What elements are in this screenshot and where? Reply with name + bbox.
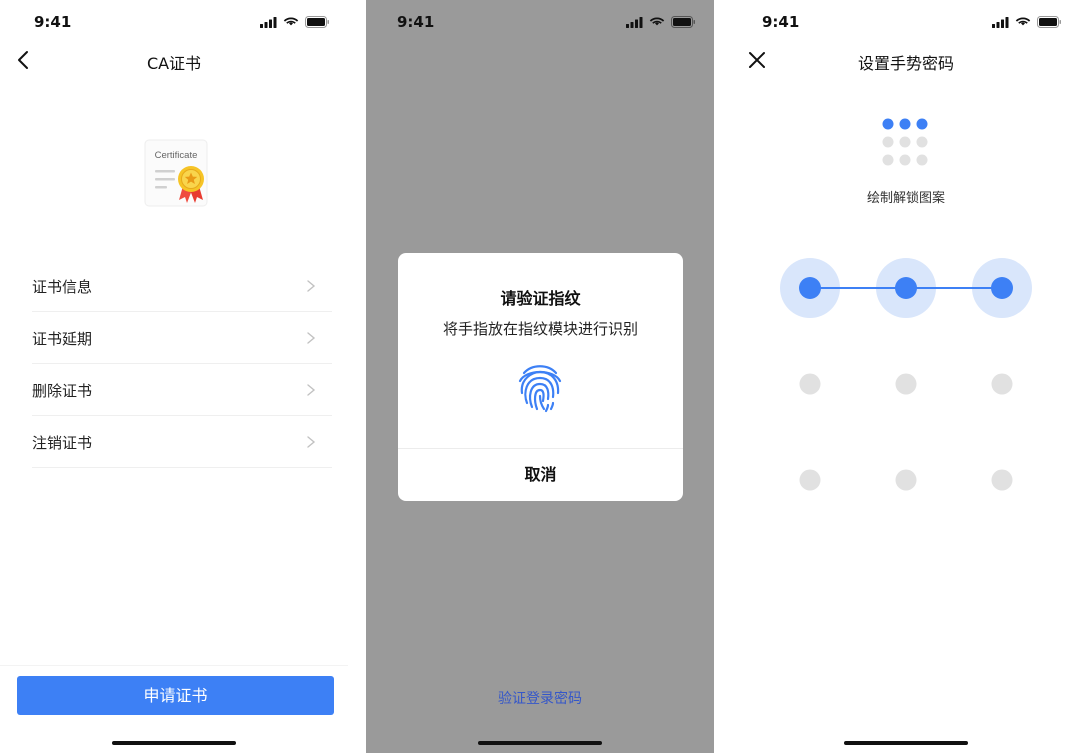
verify-login-password-link[interactable]: 验证登录密码 (366, 688, 714, 708)
status-time: 9:41 (397, 13, 435, 31)
signal-icon (260, 16, 277, 28)
certificate-menu: 证书信息 证书延期 删除证书 注销证书 (32, 260, 332, 468)
pattern-dot-selected[interactable] (991, 277, 1013, 299)
battery-icon (1037, 16, 1061, 28)
status-icons (626, 16, 696, 28)
status-icons (260, 16, 330, 28)
page-title: CA证书 (146, 54, 202, 73)
menu-item-label: 证书信息 (32, 278, 93, 296)
certificate-icon: Certificate (144, 139, 208, 207)
wifi-icon (1015, 17, 1031, 25)
preview-dot (882, 118, 894, 130)
pattern-hint: 绘制解锁图案 (866, 191, 945, 206)
fingerprint-dialog: 请验证指纹 将手指放在指纹模块进行识别 取消 (398, 253, 683, 501)
pattern-dot[interactable] (991, 373, 1013, 395)
menu-item-label: 证书延期 (32, 330, 93, 348)
signal-icon (626, 16, 643, 28)
menu-item-cert-revoke[interactable]: 注销证书 (32, 416, 332, 468)
pattern-preview (882, 118, 928, 166)
ca-certificate-screen: 9:41 CA证书 Certificate 证书信息 证书延期 删除证书 注销证… (0, 0, 348, 753)
status-bar: 9:41 (366, 0, 714, 44)
battery-icon (671, 16, 695, 28)
home-indicator[interactable] (112, 741, 236, 745)
menu-item-cert-delete[interactable]: 删除证书 (32, 364, 332, 416)
pattern-dot-selected[interactable] (799, 277, 821, 299)
status-bar: 9:41 (0, 0, 348, 44)
dialog-message: 将手指放在指纹模块进行识别 (442, 320, 638, 338)
preview-dot (882, 154, 894, 166)
menu-item-label: 删除证书 (32, 382, 93, 400)
pattern-dot[interactable] (991, 469, 1013, 491)
page-title: 设置手势密码 (857, 54, 954, 73)
pattern-dot[interactable] (799, 469, 821, 491)
menu-item-cert-info[interactable]: 证书信息 (32, 260, 332, 312)
home-indicator[interactable] (478, 741, 602, 745)
preview-dot (916, 136, 928, 148)
dialog-title: 请验证指纹 (500, 289, 581, 308)
pattern-dot[interactable] (799, 373, 821, 395)
preview-dot (916, 118, 928, 130)
wifi-icon (283, 17, 299, 25)
chevron-right-icon (307, 280, 316, 292)
preview-dot (882, 136, 894, 148)
status-time: 9:41 (762, 13, 800, 31)
status-icons (992, 16, 1062, 28)
wifi-icon (649, 17, 665, 25)
menu-item-label: 注销证书 (32, 434, 93, 452)
fingerprint-verify-screen: 9:41 请验证指纹 将手指放在指纹模块进行识别 取消 验证登录密码 (366, 0, 714, 753)
preview-dot (899, 136, 911, 148)
pattern-dot[interactable] (895, 373, 917, 395)
pattern-dot-selected[interactable] (895, 277, 917, 299)
signal-icon (992, 16, 1009, 28)
apply-certificate-button[interactable]: 申请证书 (17, 676, 334, 715)
battery-icon (305, 16, 329, 28)
gesture-pattern-grid[interactable] (732, 240, 1080, 520)
preview-dot (899, 154, 911, 166)
preview-dot (916, 154, 928, 166)
bottom-divider (0, 665, 348, 666)
cancel-button[interactable]: 取消 (398, 448, 683, 501)
preview-dot (899, 118, 911, 130)
chevron-right-icon (307, 332, 316, 344)
status-time: 9:41 (34, 13, 72, 31)
status-bar: 9:41 (732, 0, 1080, 44)
home-indicator[interactable] (844, 741, 968, 745)
fingerprint-icon (518, 365, 562, 413)
pattern-dot[interactable] (895, 469, 917, 491)
menu-item-cert-extend[interactable]: 证书延期 (32, 312, 332, 364)
certificate-label: Certificate (155, 150, 198, 161)
chevron-right-icon (307, 436, 316, 448)
gesture-password-screen: 9:41 设置手势密码 绘制解锁图案 (732, 0, 1080, 753)
chevron-right-icon (307, 384, 316, 396)
